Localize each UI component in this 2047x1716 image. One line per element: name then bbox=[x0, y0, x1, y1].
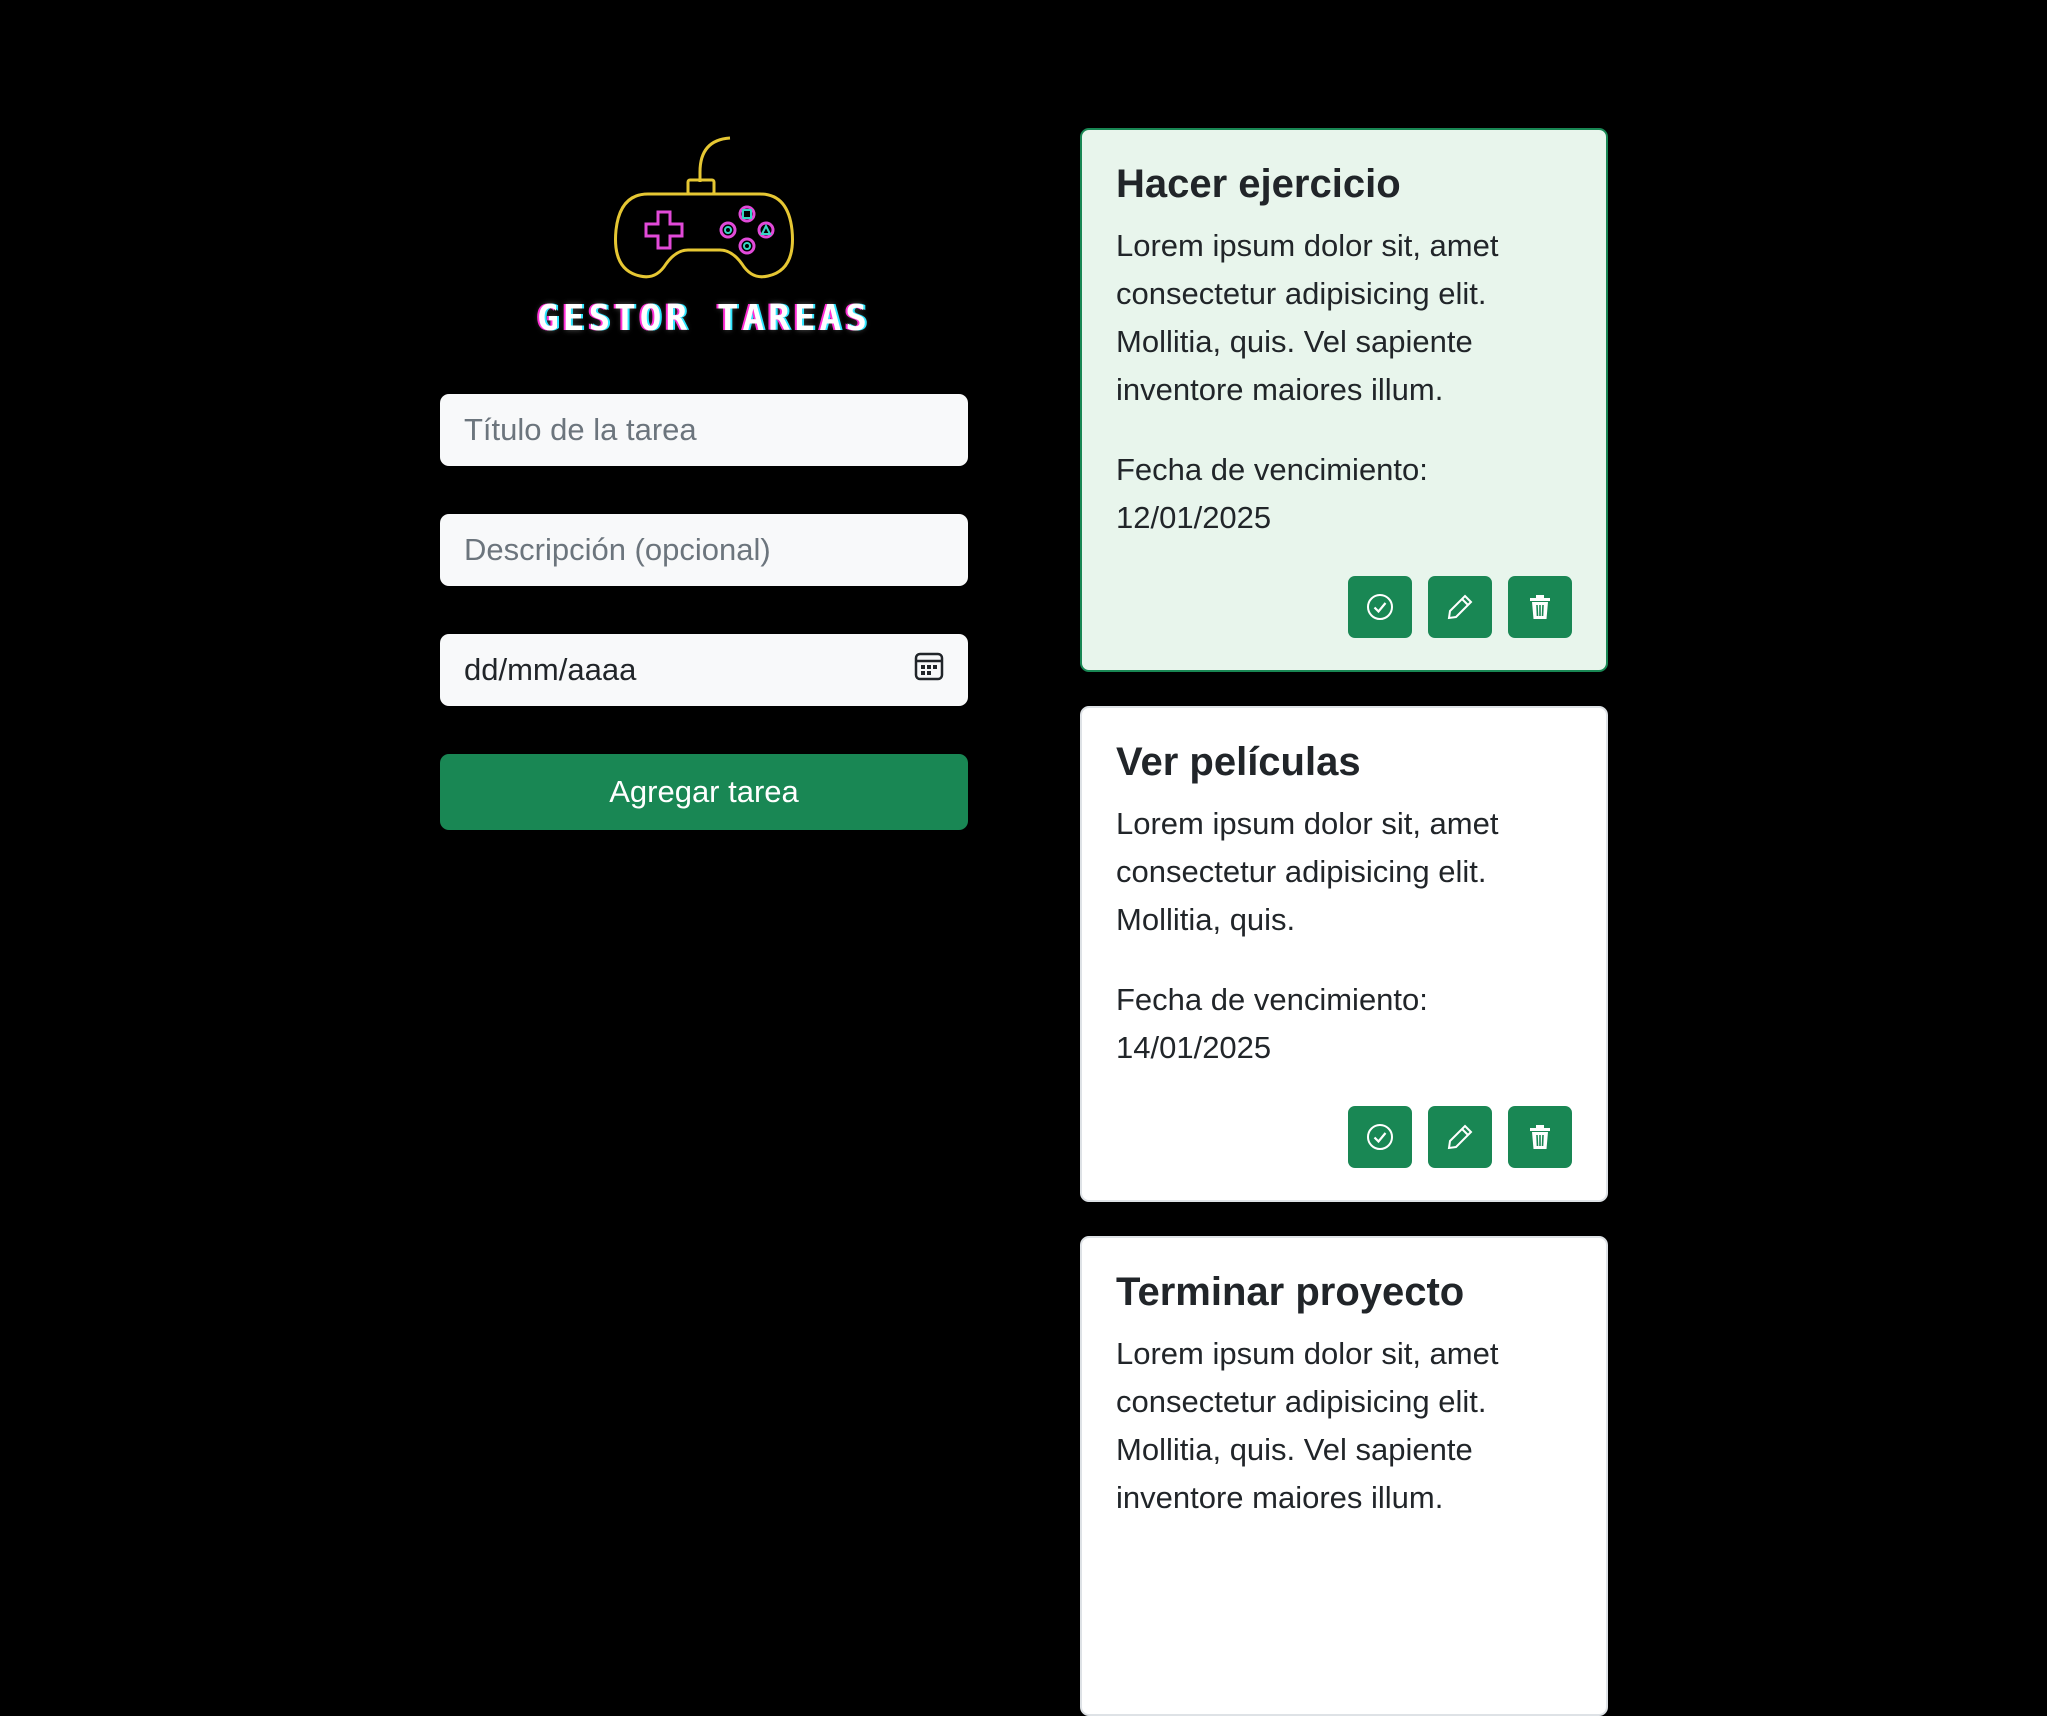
description-input[interactable] bbox=[464, 532, 944, 568]
task-description: Lorem ipsum dolor sit, amet consectetur … bbox=[1116, 806, 1499, 937]
trash-icon bbox=[1530, 595, 1550, 619]
edit-button[interactable] bbox=[1428, 576, 1492, 638]
complete-button[interactable] bbox=[1348, 1106, 1412, 1168]
pencil-icon bbox=[1447, 594, 1473, 620]
calendar-icon[interactable] bbox=[914, 651, 944, 689]
date-input-placeholder[interactable]: dd/mm/aaaa bbox=[464, 652, 636, 688]
date-field[interactable]: dd/mm/aaaa bbox=[440, 634, 968, 706]
task-form-panel: GESTOR TAREAS dd/mm/aaaa Agregar tarea bbox=[440, 130, 968, 830]
pencil-icon bbox=[1447, 1124, 1473, 1150]
delete-button[interactable] bbox=[1508, 576, 1572, 638]
gamepad-icon bbox=[614, 136, 794, 279]
due-value: 14/01/2025 bbox=[1116, 1030, 1272, 1065]
task-card: Ver películas Lorem ipsum dolor sit, ame… bbox=[1080, 706, 1608, 1202]
task-card: Terminar proyecto Lorem ipsum dolor sit,… bbox=[1080, 1236, 1608, 1716]
task-description: Lorem ipsum dolor sit, amet consectetur … bbox=[1116, 228, 1499, 407]
title-field[interactable] bbox=[440, 394, 968, 466]
task-due-date: Fecha de vencimiento: 14/01/2025 bbox=[1116, 976, 1572, 1072]
due-label: Fecha de vencimiento: bbox=[1116, 452, 1428, 487]
check-circle-icon bbox=[1367, 594, 1393, 620]
complete-button[interactable] bbox=[1348, 576, 1412, 638]
description-field[interactable] bbox=[440, 514, 968, 586]
due-value: 12/01/2025 bbox=[1116, 500, 1272, 535]
task-actions bbox=[1116, 1106, 1572, 1168]
task-actions bbox=[1116, 576, 1572, 638]
check-circle-icon bbox=[1367, 1124, 1393, 1150]
delete-button[interactable] bbox=[1508, 1106, 1572, 1168]
app-logo: GESTOR TAREAS bbox=[440, 130, 968, 345]
task-due-date: Fecha de vencimiento: 12/01/2025 bbox=[1116, 446, 1572, 542]
due-label: Fecha de vencimiento: bbox=[1116, 982, 1428, 1017]
add-task-button[interactable]: Agregar tarea bbox=[440, 754, 968, 830]
task-description: Lorem ipsum dolor sit, amet consectetur … bbox=[1116, 1336, 1499, 1515]
task-title: Ver películas bbox=[1116, 740, 1361, 784]
task-title: Terminar proyecto bbox=[1116, 1270, 1465, 1314]
task-card: Hacer ejercicio Lorem ipsum dolor sit, a… bbox=[1080, 128, 1608, 672]
title-input[interactable] bbox=[464, 412, 944, 448]
task-title: Hacer ejercicio bbox=[1116, 162, 1401, 206]
edit-button[interactable] bbox=[1428, 1106, 1492, 1168]
logo-text: GESTOR TAREAS bbox=[537, 298, 871, 339]
trash-icon bbox=[1530, 1125, 1550, 1149]
